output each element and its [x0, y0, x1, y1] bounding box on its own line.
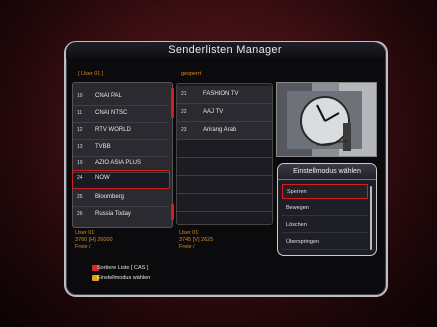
info-line: Freie / — [179, 244, 195, 250]
channel-row[interactable]: 11 CNAI NTSC — [73, 105, 169, 123]
info-line: User 01 — [75, 230, 95, 236]
locked-channel-row[interactable]: 22 AAJ TV — [177, 104, 272, 122]
legend-sort-label: Sortiere Liste [ CAS ] — [97, 265, 149, 271]
empty-row — [177, 140, 272, 158]
channel-name: FASHION TV — [203, 91, 239, 97]
channel-row-selected[interactable]: 24 NOW — [73, 170, 169, 187]
channel-number: 13 — [77, 144, 83, 150]
channel-number: 24 — [77, 175, 83, 181]
menu-item-loeschen[interactable]: Löschen — [282, 218, 368, 233]
channel-number: 12 — [77, 127, 83, 133]
scrollbar-thumb[interactable] — [171, 88, 174, 118]
clock-preview-image — [277, 83, 376, 156]
menu-item-bewegen[interactable]: Bewegen — [282, 201, 368, 216]
mode-menu-title: Einstellmodus wählen — [278, 164, 376, 180]
left-list-info: User 01 3760 [H] 26000 Freie / — [75, 230, 113, 251]
empty-row — [177, 176, 272, 194]
dialog-title: Senderlisten Manager — [66, 42, 384, 58]
scrollbar-thumb-bottom[interactable] — [171, 204, 174, 220]
info-line: Freie / — [75, 244, 91, 250]
channel-name: TVBB — [95, 144, 111, 150]
channel-name: CNAI PAL — [95, 93, 122, 99]
channel-number: 21 — [181, 91, 187, 97]
channel-name: Bloomberg — [95, 194, 125, 200]
empty-row — [177, 194, 272, 212]
channel-number: 11 — [77, 110, 83, 116]
video-preview — [276, 82, 377, 157]
channel-number: 25 — [77, 194, 83, 200]
menu-item-sperren[interactable]: Sperren — [282, 184, 368, 199]
channel-name: Russia Today — [95, 211, 131, 217]
channel-row[interactable]: 12 RTV WORLD — [73, 122, 169, 140]
channel-name: AAJ TV — [203, 109, 224, 115]
mode-menu[interactable]: Einstellmodus wählen Sperren Bewegen Lös… — [277, 163, 377, 256]
locked-channel-row[interactable]: 23 Arirang Arab — [177, 122, 272, 140]
channel-number: 23 — [181, 127, 187, 133]
mid-list-info: User 01 3745 [V] 2625 Freie / — [179, 230, 213, 251]
left-list-label: [ User 01 ] — [78, 71, 104, 77]
channel-row[interactable]: 10 CNAI PAL — [73, 88, 169, 106]
locked-channel-row[interactable]: 21 FASHION TV — [177, 86, 272, 104]
legend-mode-label: Einstellmodus wählen — [97, 275, 151, 281]
info-line: 3745 [V] 2625 — [179, 237, 214, 243]
channel-number: 10 — [77, 93, 83, 99]
channel-number: 22 — [181, 109, 187, 115]
info-line: 3760 [H] 26000 — [75, 237, 113, 243]
info-line: User 01 — [179, 230, 199, 236]
menu-item-ueberspringen[interactable]: Überspringen — [282, 235, 368, 250]
channel-row[interactable]: 25 Bloomberg — [73, 189, 169, 207]
channel-number: 26 — [77, 211, 83, 217]
locked-channel-list[interactable]: 21 FASHION TV 22 AAJ TV 23 Arirang Arab — [176, 83, 273, 225]
menu-scrollbar[interactable] — [370, 186, 372, 250]
channel-row[interactable]: 26 Russia Today — [73, 206, 169, 223]
mid-list-label: gesperrt — [181, 71, 202, 77]
channel-name: Arirang Arab — [203, 127, 237, 133]
channel-name: CNAI NTSC — [95, 110, 128, 116]
empty-row — [177, 158, 272, 176]
channel-name: NOW — [95, 175, 110, 181]
channel-name: RTV WORLD — [95, 127, 131, 133]
